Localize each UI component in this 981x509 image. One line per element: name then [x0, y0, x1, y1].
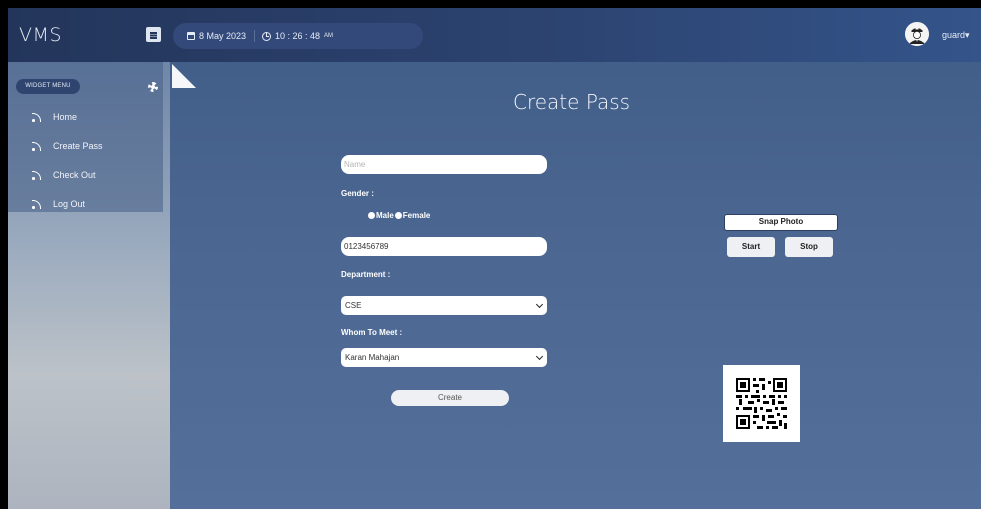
female-radio[interactable]	[394, 212, 402, 219]
whom-to-meet-label: Whom To Meet :	[341, 328, 403, 337]
start-button[interactable]: Start	[727, 237, 775, 257]
phone-input[interactable]	[341, 237, 547, 256]
create-button[interactable]: Create	[391, 390, 509, 406]
user-caret-icon: ▾	[965, 30, 970, 40]
rss-icon	[32, 170, 41, 180]
sidebar-item-check-out[interactable]: Check Out	[32, 167, 96, 183]
app-window: VMS 8 May 2023 10 : 26 : 48 AM guard▾ WI…	[8, 8, 981, 509]
time-display: 10 : 26 : 48 AM	[262, 31, 333, 41]
department-select[interactable]: CSE	[341, 296, 547, 315]
sidebar-item-home[interactable]: Home	[32, 109, 77, 125]
sidebar-item-label: Create Pass	[53, 141, 103, 151]
rss-icon	[32, 141, 41, 151]
department-label: Department :	[341, 270, 391, 279]
male-label: Male	[376, 211, 394, 220]
calendar-icon	[187, 32, 195, 40]
whom-to-meet-value: Karan Mahajan	[345, 353, 400, 362]
ampm-text: AM	[324, 33, 334, 39]
sidebar-item-log-out[interactable]: Log Out	[32, 196, 85, 212]
menu-toggle-button[interactable]	[146, 27, 161, 42]
qr-code-icon	[723, 365, 800, 442]
gender-radio-group: Male Female	[368, 211, 430, 220]
date-display: 8 May 2023	[187, 31, 246, 41]
time-text: 10 : 26 : 48	[275, 31, 321, 41]
sidebar-item-label: Home	[53, 112, 78, 122]
sidebar-item-create-pass[interactable]: Create Pass	[32, 138, 103, 154]
department-value: CSE	[345, 301, 362, 310]
gender-label: Gender :	[341, 189, 374, 198]
user-avatar[interactable]	[905, 22, 929, 46]
chevron-down-icon	[535, 300, 544, 309]
page-title: Create Pass	[513, 90, 631, 114]
name-input[interactable]	[341, 155, 547, 174]
rss-icon	[32, 112, 41, 122]
top-navbar: VMS 8 May 2023 10 : 26 : 48 AM guard▾	[8, 8, 981, 62]
datetime-divider	[254, 30, 255, 42]
brand-logo[interactable]: VMS	[19, 24, 62, 46]
chevron-down-icon	[535, 352, 544, 361]
sidebar-item-label: Log Out	[53, 199, 86, 209]
rss-icon	[32, 199, 41, 209]
widget-menu-label: WIDGET MENU	[16, 79, 80, 94]
stop-button[interactable]: Stop	[785, 237, 833, 257]
male-radio[interactable]	[368, 212, 375, 219]
widget-menu: WIDGET MENU Home Create Pass Check Out L…	[8, 62, 163, 212]
corner-decoration	[172, 64, 196, 88]
female-label: Female	[402, 211, 431, 220]
gear-icon[interactable]	[148, 82, 158, 92]
qr-code	[723, 365, 800, 442]
clock-icon	[262, 31, 271, 41]
datetime-pill: 8 May 2023 10 : 26 : 48 AM	[173, 23, 423, 49]
snap-photo-button[interactable]: Snap Photo	[724, 214, 838, 231]
user-menu[interactable]: guard▾	[942, 30, 970, 41]
sidebar-item-label: Check Out	[53, 170, 96, 180]
date-text: 8 May 2023	[199, 31, 247, 41]
user-name: guard	[942, 30, 966, 40]
whom-to-meet-select[interactable]: Karan Mahajan	[341, 348, 547, 367]
guard-avatar-icon	[905, 22, 929, 46]
